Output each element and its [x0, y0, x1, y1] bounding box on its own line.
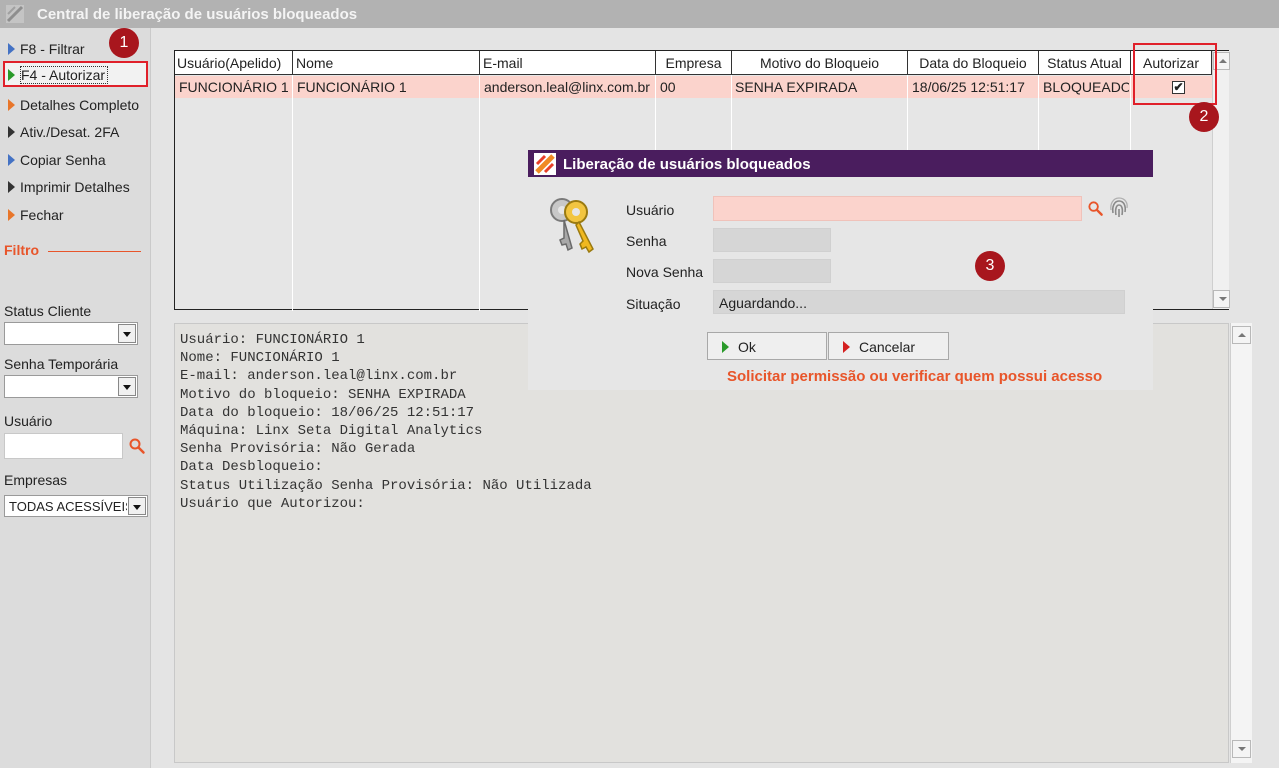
menu-copiar-label: Copiar Senha: [20, 152, 106, 168]
black-arrow-icon: [8, 126, 15, 138]
ok-button[interactable]: Ok: [707, 332, 827, 360]
scroll-down-icon[interactable]: [1213, 290, 1230, 308]
menu-filtrar-label: F8 - Filtrar: [20, 41, 85, 57]
ok-button-label: Ok: [738, 339, 756, 355]
sidebar: F8 - Filtrar F4 - Autorizar Detalhes Com…: [0, 28, 151, 768]
col-header-status[interactable]: Status Atual: [1039, 51, 1131, 75]
dialog-nova-senha-label: Nova Senha: [626, 264, 704, 280]
menu-imprimir-detalhes[interactable]: Imprimir Detalhes: [8, 179, 130, 201]
col-header-email[interactable]: E-mail: [480, 51, 656, 75]
dialog-title: Liberação de usuários bloqueados: [563, 156, 811, 173]
black-arrow-icon: [8, 181, 15, 193]
column-divider: [292, 75, 293, 311]
cancel-button[interactable]: Cancelar: [828, 332, 949, 360]
dialog-titlebar: Liberação de usuários bloqueados: [528, 150, 1153, 177]
autorizar-highlight: [1133, 43, 1217, 105]
details-line: Data do bloqueio: 18/06/25 12:51:17: [180, 404, 475, 421]
keys-icon: [550, 198, 594, 254]
usuario-filter-input[interactable]: [4, 433, 123, 459]
cancel-button-label: Cancelar: [859, 339, 916, 355]
app-logo-icon: [534, 153, 556, 175]
dialog-warning: Solicitar permissão ou verificar quem po…: [727, 368, 1103, 385]
empresas-value: TODAS ACESSÍVEIS: [9, 499, 127, 514]
cell-motivo[interactable]: SENHA EXPIRADA: [735, 79, 905, 95]
dialog-situacao-field: Aguardando...: [713, 290, 1125, 314]
chevron-down-icon[interactable]: [128, 497, 146, 515]
dialog-senha-input[interactable]: [713, 228, 831, 252]
col-header-data[interactable]: Data do Bloqueio: [908, 51, 1039, 75]
details-line: Senha Provisória: Não Gerada: [180, 441, 416, 458]
dialog-senha-label: Senha: [626, 233, 667, 249]
cell-data[interactable]: 18/06/25 12:51:17: [912, 79, 1037, 95]
status-cliente-select[interactable]: [4, 322, 138, 345]
dialog-usuario-label: Usuário: [626, 202, 675, 218]
step-badge-2: 2: [1189, 102, 1219, 132]
chevron-down-icon[interactable]: [118, 377, 136, 396]
menu-2fa-label: Ativ./Desat. 2FA: [20, 124, 120, 140]
dialog-nova-senha-input[interactable]: [713, 259, 831, 283]
blue-arrow-icon: [8, 43, 15, 55]
col-header-empresa[interactable]: Empresa: [656, 51, 732, 75]
cell-empresa[interactable]: 00: [660, 79, 730, 95]
cell-nome[interactable]: FUNCIONÁRIO 1: [297, 79, 477, 95]
filter-section-title: Filtro: [4, 242, 39, 258]
step-badge-1: 1: [109, 28, 139, 58]
search-icon[interactable]: [1087, 200, 1104, 217]
menu-detalhes-completo[interactable]: Detalhes Completo: [8, 97, 139, 119]
col-header-usuario[interactable]: Usuário(Apelido): [175, 51, 293, 75]
menu-filtrar[interactable]: F8 - Filtrar: [8, 41, 85, 63]
green-arrow-icon: [8, 69, 15, 81]
senha-temporaria-select[interactable]: [4, 375, 138, 398]
status-cliente-label: Status Cliente: [4, 303, 92, 319]
window-title: Central de liberação de usuários bloquea…: [37, 6, 358, 23]
details-line: Status Utilização Senha Provisória: Não …: [180, 477, 592, 494]
cell-status[interactable]: BLOQUEADO: [1043, 79, 1129, 95]
menu-fechar[interactable]: Fechar: [8, 207, 64, 229]
search-icon[interactable]: [128, 437, 146, 455]
col-header-nome[interactable]: Nome: [293, 51, 480, 75]
red-arrow-icon: [843, 341, 850, 353]
dialog-situacao-label: Situação: [626, 296, 681, 312]
step-badge-3: 3: [975, 251, 1005, 281]
chevron-down-icon[interactable]: [118, 324, 136, 343]
filter-divider: [48, 251, 141, 252]
details-line: Usuário que Autorizou:: [180, 495, 365, 512]
blue-arrow-icon: [8, 154, 15, 166]
menu-imprimir-label: Imprimir Detalhes: [20, 179, 130, 195]
column-divider: [479, 75, 480, 311]
orange-arrow-icon: [8, 99, 15, 111]
menu-ativ-desat-2fa[interactable]: Ativ./Desat. 2FA: [8, 124, 119, 146]
scroll-up-icon[interactable]: [1232, 326, 1251, 344]
senha-temporaria-label: Senha Temporária: [4, 356, 119, 372]
window-titlebar: Central de liberação de usuários bloquea…: [0, 0, 1279, 28]
orange-arrow-icon: [8, 209, 15, 221]
menu-copiar-senha[interactable]: Copiar Senha: [8, 152, 106, 174]
details-scrollbar[interactable]: [1230, 323, 1252, 763]
dialog-usuario-input[interactable]: [713, 196, 1082, 221]
cell-email[interactable]: anderson.leal@linx.com.br: [484, 79, 655, 95]
dialog-situacao-value: Aguardando...: [719, 295, 807, 311]
menu-autorizar-label: F4 - Autorizar: [21, 67, 106, 83]
details-line: Máquina: Linx Seta Digital Analytics: [180, 422, 483, 439]
menu-detalhes-label: Detalhes Completo: [20, 97, 140, 113]
usuario-filter-label: Usuário: [4, 413, 53, 429]
scroll-down-icon[interactable]: [1232, 740, 1251, 758]
unlock-dialog: Liberação de usuários bloqueados Usuário…: [528, 150, 1153, 390]
empresas-label: Empresas: [4, 472, 68, 488]
empresas-select[interactable]: TODAS ACESSÍVEIS: [4, 495, 148, 517]
app-logo-icon: [6, 5, 24, 23]
col-header-motivo[interactable]: Motivo do Bloqueio: [732, 51, 908, 75]
cell-usuario[interactable]: FUNCIONÁRIO 1: [179, 79, 292, 95]
menu-fechar-label: Fechar: [20, 207, 64, 223]
fingerprint-icon[interactable]: [1109, 197, 1129, 219]
details-line: Data Desbloqueio:: [180, 459, 323, 476]
menu-autorizar[interactable]: F4 - Autorizar: [3, 61, 148, 87]
green-arrow-icon: [722, 341, 729, 353]
